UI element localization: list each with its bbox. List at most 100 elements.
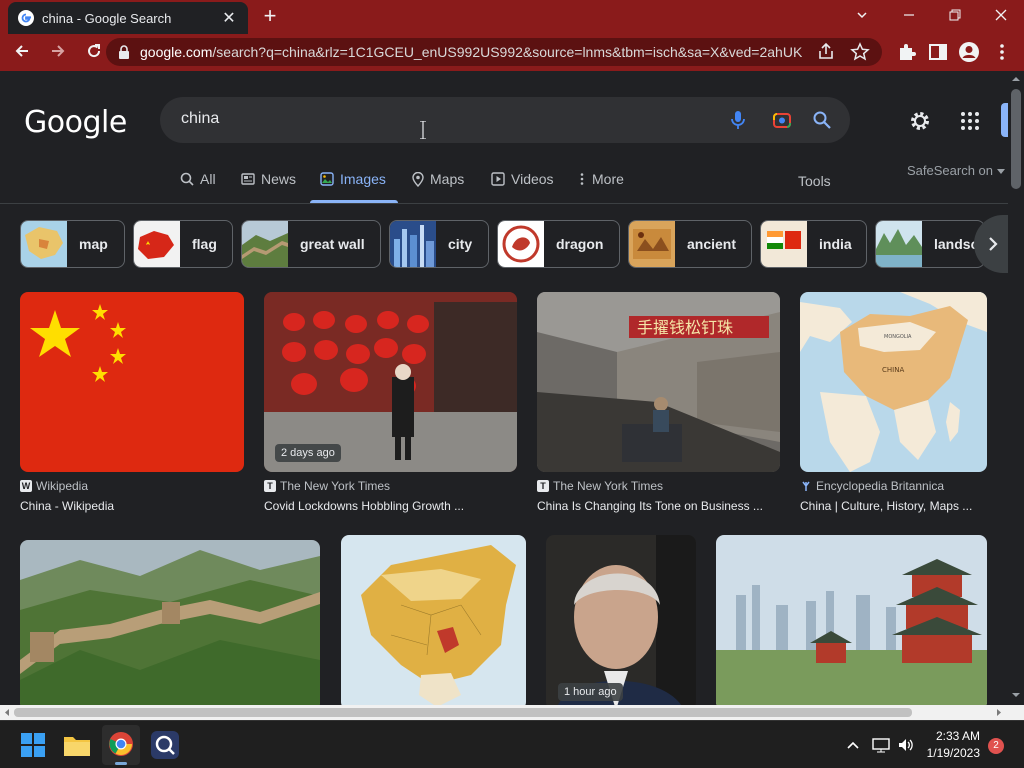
safesearch-dropdown[interactable]: SafeSearch on [907,163,1005,178]
sign-in-button[interactable] [1001,103,1008,137]
settings-gear-icon[interactable] [908,109,932,133]
search-app-icon[interactable] [149,729,181,761]
news-icon [241,173,255,185]
safesearch-label: SafeSearch on [907,163,994,178]
forward-button[interactable] [42,37,74,69]
search-box[interactable]: china [160,97,850,143]
reload-icon [88,43,101,57]
url-text: google.com/search?q=china&rlz=1C1GCEU_en… [140,44,802,60]
chip-map[interactable]: map [20,220,125,268]
chip-map-thumbnail [21,221,67,267]
horizontal-scroll-thumb[interactable] [14,708,912,717]
restore-button[interactable] [940,4,970,28]
clock-time[interactable]: 2:33 AM [918,729,980,743]
volume-icon[interactable] [897,737,915,753]
result-image-portrait[interactable] [546,535,696,705]
chip-great-wall[interactable]: great wall [241,220,381,268]
result-image-china-flag[interactable] [20,292,244,472]
chip-label: flag [192,236,217,252]
chip-dragon[interactable]: dragon [497,220,620,268]
svg-text:手擢钱松钉珠: 手擢钱松钉珠 [637,318,733,337]
result-source[interactable]: W Wikipedia [20,479,88,493]
chip-dragon-thumbnail [498,221,544,267]
new-tab-button[interactable]: + [258,5,282,29]
chip-label: city [448,236,473,252]
tab-label: More [592,171,624,187]
active-app-indicator [115,762,127,765]
tab-news[interactable]: News [241,171,296,201]
profile-avatar-icon[interactable] [958,41,980,63]
chip-label: great wall [300,236,365,252]
tab-search-icon[interactable] [847,4,877,28]
lens-camera-icon[interactable] [772,110,792,130]
tab-videos[interactable]: Videos [491,171,554,201]
minimize-button[interactable] [894,4,924,28]
result-source[interactable]: T The New York Times [264,479,390,493]
lock-icon [119,45,129,59]
extensions-puzzle-icon[interactable] [896,41,918,63]
result-image-province-map[interactable] [341,535,526,705]
notification-badge[interactable]: 2 [988,738,1004,754]
tools-button[interactable]: Tools [798,173,831,189]
scroll-down-arrow-icon[interactable] [1008,689,1024,701]
result-image-skyline-pagoda[interactable] [716,535,987,705]
tab-close-icon[interactable]: ✕ [220,8,238,28]
vertical-scrollbar[interactable] [1008,71,1024,705]
windows-taskbar: 2:33 AM 1/19/2023 2 [0,720,1024,768]
search-icon [180,172,194,186]
tab-label: Videos [511,171,554,187]
file-explorer-icon[interactable] [61,729,93,761]
result-source[interactable]: T The New York Times [537,479,663,493]
kebab-icon [580,173,584,185]
result-image-great-wall[interactable] [20,540,320,705]
voice-search-mic-icon[interactable] [728,110,748,130]
search-input[interactable]: china [181,110,219,128]
network-icon[interactable] [872,737,890,753]
google-logo[interactable]: Google [24,105,127,140]
tab-all[interactable]: All [180,171,216,201]
address-bar[interactable]: google.com/search?q=china&rlz=1C1GCEU_en… [106,38,882,66]
map-label-china: CHINA [882,366,904,374]
tab-more[interactable]: More [578,171,624,201]
horizontal-scrollbar[interactable] [0,705,1024,720]
source-name: The New York Times [280,479,391,493]
back-button[interactable] [6,37,38,69]
bookmark-star-icon[interactable] [850,42,870,62]
close-window-button[interactable] [986,4,1016,28]
scroll-up-arrow-icon[interactable] [1008,73,1024,85]
apps-grid-icon[interactable] [958,109,982,133]
chevron-right-icon [989,237,998,251]
scroll-left-arrow-icon[interactable] [2,705,12,720]
windows-start-icon[interactable] [17,729,49,761]
chrome-menu-kebab-icon[interactable] [991,41,1013,63]
result-title[interactable]: China - Wikipedia [20,499,244,513]
source-name: The New York Times [553,479,664,493]
clock-date[interactable]: 1/19/2023 [918,746,980,760]
source-favicon-icon: W [20,480,32,492]
tab-maps[interactable]: Maps [412,171,464,201]
result-source[interactable]: Encyclopedia Britannica [800,479,944,493]
chip-india[interactable]: india [760,220,867,268]
result-image-china-map[interactable]: CHINA MONGOLIA [800,292,987,472]
chip-flag[interactable]: flag [133,220,233,268]
chrome-icon [109,732,133,756]
chip-flag-thumbnail [134,221,180,267]
chrome-taskbar-button[interactable] [102,725,140,765]
scroll-right-arrow-icon[interactable] [994,705,1004,720]
chip-city[interactable]: city [389,220,489,268]
result-title[interactable]: Covid Lockdowns Hobbling Growth ... [264,499,517,513]
result-title[interactable]: China | Culture, History, Maps ... [800,499,987,513]
browser-tab[interactable]: china - Google Search ✕ [8,2,248,34]
chevron-up-icon[interactable] [846,738,860,752]
side-panel-icon[interactable] [927,41,949,63]
result-image-shuttered-street[interactable]: 手擢钱松钉珠 [537,292,780,472]
chip-ancient[interactable]: ancient [628,220,752,268]
chip-label: dragon [556,236,604,252]
search-submit-icon[interactable] [812,110,832,130]
tab-images[interactable]: Images [320,171,386,201]
vertical-scroll-thumb[interactable] [1011,89,1021,189]
browser-toolbar: google.com/search?q=china&rlz=1C1GCEU_en… [0,34,1024,71]
chip-landscape[interactable]: landsc [875,220,985,268]
share-icon[interactable] [816,42,836,62]
result-title[interactable]: China Is Changing Its Tone on Business .… [537,499,780,513]
